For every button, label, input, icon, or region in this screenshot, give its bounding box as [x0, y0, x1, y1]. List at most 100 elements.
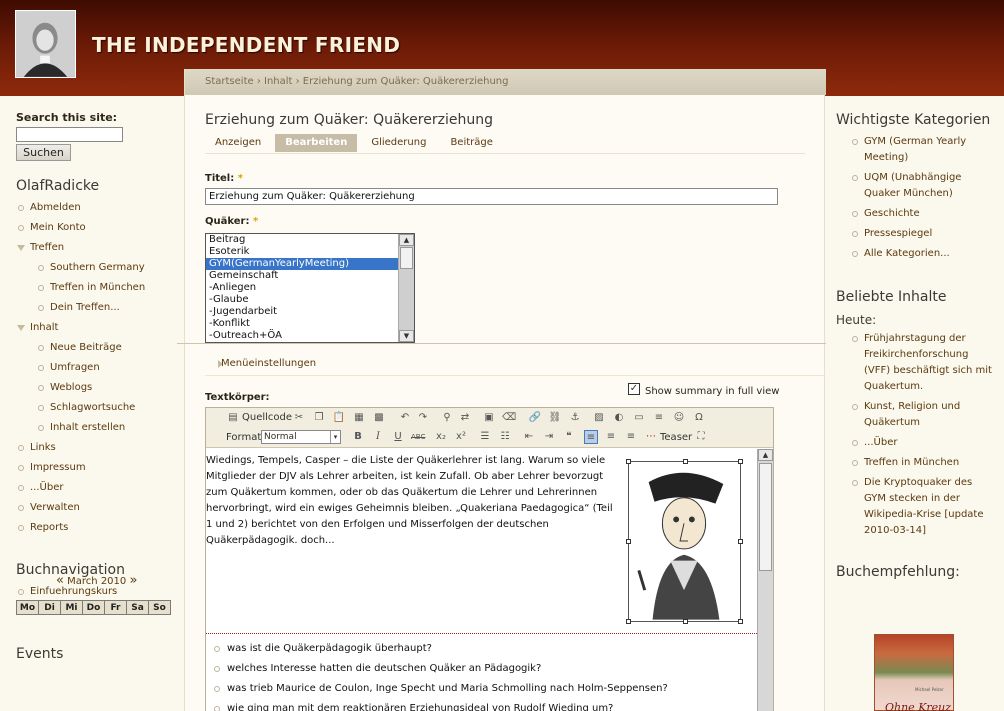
- tab-bearbeiten[interactable]: Bearbeiten: [275, 134, 358, 152]
- strike-icon[interactable]: ABC: [411, 430, 425, 444]
- tab-anzeigen[interactable]: Anzeigen: [205, 134, 271, 152]
- quaker-multiselect[interactable]: Beitrag Esoterik GYM(GermanYearlyMeeting) G…: [205, 233, 415, 343]
- sidebar-item[interactable]: Links: [16, 438, 176, 458]
- paste-icon[interactable]: 📋: [332, 411, 346, 425]
- site-name[interactable]: THE INDEPENDENT FRIEND: [92, 33, 400, 57]
- special-char-icon[interactable]: Ω: [692, 411, 706, 425]
- scroll-up-icon[interactable]: ▲: [758, 449, 773, 461]
- category-link[interactable]: Geschichte: [836, 206, 996, 222]
- align-left-icon[interactable]: ≡: [584, 430, 598, 444]
- resize-handle[interactable]: [626, 459, 631, 464]
- category-link[interactable]: UQM (Unabhängige Quaker München): [836, 170, 996, 202]
- editor-scroll-thumb[interactable]: [759, 463, 772, 571]
- select-option[interactable]: -Konflikt: [206, 318, 414, 330]
- source-icon[interactable]: ▤: [226, 411, 240, 425]
- select-option[interactable]: Esoterik: [206, 246, 414, 258]
- anchor-icon[interactable]: ⚓: [568, 411, 582, 425]
- resize-handle[interactable]: [738, 619, 743, 624]
- find-icon[interactable]: ⚲: [440, 411, 454, 425]
- breadcrumb[interactable]: Startseite › Inhalt › Erziehung zum Quäk…: [185, 69, 826, 95]
- sidebar-item[interactable]: Schlagwortsuche: [16, 398, 176, 418]
- sidebar-item[interactable]: Weblogs: [16, 378, 176, 398]
- select-option[interactable]: -Outreach+ÖA: [206, 330, 414, 342]
- calendar-prev-link[interactable]: «: [56, 573, 64, 588]
- caricature-image[interactable]: [626, 459, 743, 624]
- link-icon[interactable]: 🔗: [528, 411, 542, 425]
- chevron-down-icon[interactable]: ▾: [330, 431, 340, 443]
- editor-scrollbar[interactable]: ▲: [757, 449, 773, 711]
- book-cover-image[interactable]: Michael Pelzer Ohne Kreuz: [874, 634, 954, 711]
- select-option[interactable]: -Glaube: [206, 294, 414, 306]
- blockquote-icon[interactable]: ❝: [562, 430, 576, 444]
- image-icon[interactable]: ▨: [592, 411, 606, 425]
- rich-text-editor[interactable]: ▤ Quellcode ✂ ❐ 📋 ▦ ▩ ↶ ↷ ⚲ ⇄ ▣ ⌫ 🔗 ⛓ ⚓ …: [205, 407, 774, 711]
- sidebar-item[interactable]: Neue Beiträge: [16, 338, 176, 358]
- resize-handle[interactable]: [626, 539, 631, 544]
- bold-icon[interactable]: B: [351, 430, 365, 444]
- subscript-icon[interactable]: x₂: [434, 430, 448, 444]
- search-button[interactable]: Suchen: [16, 144, 71, 161]
- category-link[interactable]: GYM (German Yearly Meeting): [836, 134, 996, 166]
- scroll-down-icon[interactable]: ▼: [399, 330, 414, 342]
- numbered-list-icon[interactable]: ☰: [478, 430, 492, 444]
- popular-link[interactable]: Die Kryptoquaker des GYM stecken in der …: [836, 475, 996, 539]
- format-select[interactable]: Normal ▾: [261, 430, 341, 444]
- undo-icon[interactable]: ↶: [398, 411, 412, 425]
- redo-icon[interactable]: ↷: [416, 411, 430, 425]
- paste-word-icon[interactable]: ▩: [372, 411, 386, 425]
- unlink-icon[interactable]: ⛓: [548, 411, 562, 425]
- sidebar-item[interactable]: Treffen: [16, 238, 176, 258]
- title-input[interactable]: Erziehung zum Quäker: Quäkererziehung: [205, 188, 778, 205]
- select-all-icon[interactable]: ▣: [482, 411, 496, 425]
- flash-icon[interactable]: ◐: [612, 411, 626, 425]
- popular-link[interactable]: Treffen in München: [836, 455, 996, 471]
- copy-icon[interactable]: ❐: [312, 411, 326, 425]
- sidebar-item[interactable]: Southern Germany: [16, 258, 176, 278]
- sidebar-item[interactable]: Impressum: [16, 458, 176, 478]
- scroll-up-icon[interactable]: ▲: [399, 234, 414, 246]
- select-option[interactable]: Beitrag: [206, 234, 414, 246]
- search-input[interactable]: [16, 127, 123, 142]
- sidebar-item[interactable]: Reports: [16, 518, 176, 538]
- paste-text-icon[interactable]: ▦: [352, 411, 366, 425]
- teaser-break-icon[interactable]: ⋯: [644, 430, 658, 444]
- menu-settings-toggle[interactable]: Menüeinstellungen: [221, 358, 316, 369]
- popular-link[interactable]: ...Über: [836, 435, 996, 451]
- site-logo[interactable]: [15, 10, 76, 78]
- sidebar-item[interactable]: Inhalt: [16, 318, 176, 338]
- resize-handle[interactable]: [738, 539, 743, 544]
- sidebar-item[interactable]: ...Über: [16, 478, 176, 498]
- category-link[interactable]: Alle Kategorien...: [836, 246, 996, 262]
- sidebar-item[interactable]: Dein Treffen...: [16, 298, 176, 318]
- indent-icon[interactable]: ⇥: [542, 430, 556, 444]
- sidebar-item[interactable]: Mein Konto: [16, 218, 176, 238]
- popular-link[interactable]: Kunst, Religion und Quäkertum: [836, 399, 996, 431]
- select-scrollbar[interactable]: ▲ ▼: [398, 234, 414, 342]
- sidebar-item[interactable]: Treffen in München: [16, 278, 176, 298]
- calendar-next-link[interactable]: »: [129, 573, 137, 588]
- sidebar-item[interactable]: Verwalten: [16, 498, 176, 518]
- align-right-icon[interactable]: ≡: [624, 430, 638, 444]
- popular-link[interactable]: Frühjahrstagung der Freikirchenforschung…: [836, 331, 996, 395]
- select-option[interactable]: -Jugendarbeit: [206, 306, 414, 318]
- select-option[interactable]: GYM(GermanYearlyMeeting): [206, 258, 414, 270]
- editor-body[interactable]: Wiedings, Tempels, Casper – die Liste de…: [206, 449, 757, 711]
- resize-handle[interactable]: [738, 459, 743, 464]
- bullet-list-icon[interactable]: ☷: [498, 430, 512, 444]
- source-button[interactable]: Quellcode: [242, 410, 292, 426]
- tab-gliederung[interactable]: Gliederung: [361, 134, 436, 152]
- superscript-icon[interactable]: x²: [454, 430, 468, 444]
- horizontal-rule-icon[interactable]: ≡: [652, 411, 666, 425]
- replace-icon[interactable]: ⇄: [458, 411, 472, 425]
- tab-beiträge[interactable]: Beiträge: [440, 134, 502, 152]
- select-option[interactable]: -Anliegen: [206, 282, 414, 294]
- resize-handle[interactable]: [683, 619, 688, 624]
- cut-icon[interactable]: ✂: [292, 411, 306, 425]
- outdent-icon[interactable]: ⇤: [522, 430, 536, 444]
- fullscreen-icon[interactable]: ⛶: [694, 430, 708, 444]
- select-scroll-thumb[interactable]: [400, 247, 413, 269]
- resize-handle[interactable]: [626, 619, 631, 624]
- italic-icon[interactable]: I: [371, 430, 385, 444]
- sidebar-item[interactable]: Inhalt erstellen: [16, 418, 176, 438]
- select-option[interactable]: Gemeinschaft: [206, 270, 414, 282]
